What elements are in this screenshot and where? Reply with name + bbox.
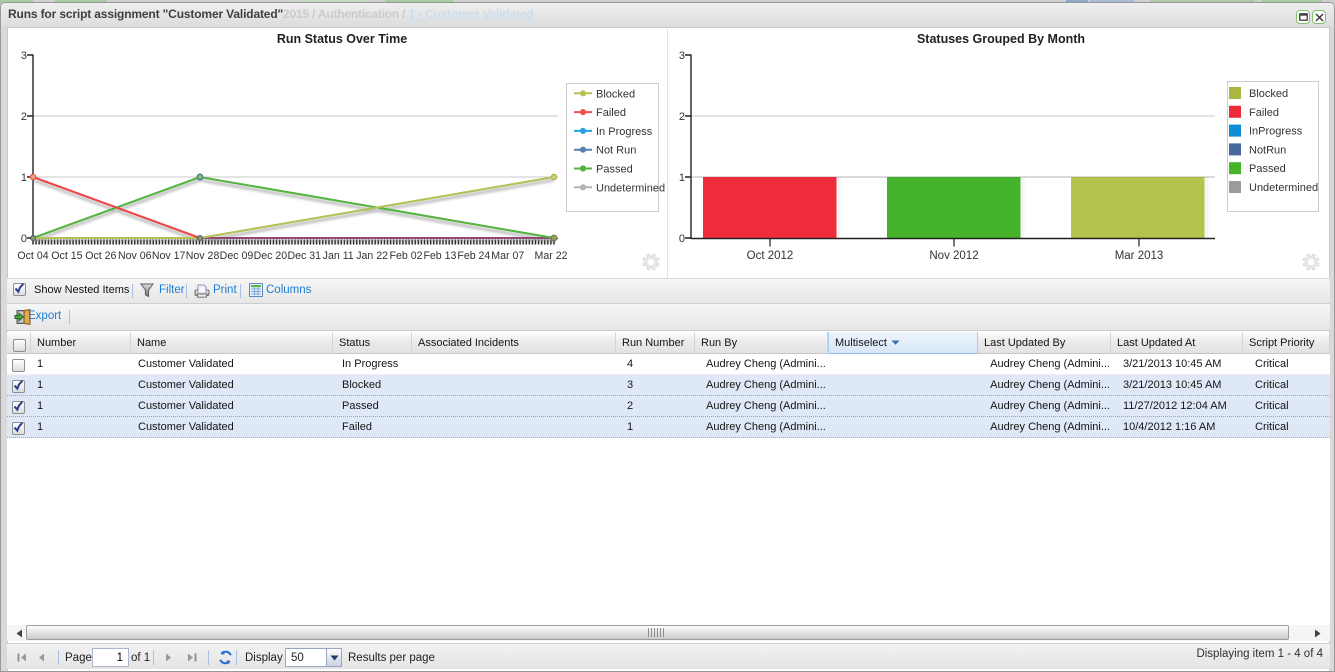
svg-text:Oct 04: Oct 04 (17, 250, 48, 262)
svg-text:Nov 2012: Nov 2012 (929, 250, 978, 262)
svg-text:InProgress: InProgress (1249, 126, 1303, 138)
svg-text:Failed: Failed (596, 107, 626, 119)
svg-text:0: 0 (21, 233, 27, 245)
svg-text:1: 1 (679, 172, 685, 184)
svg-text:Passed: Passed (596, 164, 633, 176)
svg-text:Blocked: Blocked (596, 88, 635, 100)
svg-text:Nov 28: Nov 28 (186, 250, 220, 262)
svg-text:Undetermined: Undetermined (1249, 182, 1318, 194)
svg-text:2: 2 (21, 111, 27, 123)
svg-text:Dec 20: Dec 20 (254, 250, 288, 262)
svg-text:Dec 31: Dec 31 (288, 250, 322, 262)
svg-text:Passed: Passed (1249, 163, 1286, 175)
svg-text:Dec 09: Dec 09 (220, 250, 254, 262)
svg-text:Not Run: Not Run (596, 145, 636, 157)
svg-text:Mar 22: Mar 22 (535, 250, 568, 262)
svg-text:2: 2 (679, 111, 685, 123)
svg-text:Run Status Over Time: Run Status Over Time (277, 32, 407, 46)
svg-text:Blocked: Blocked (1249, 88, 1288, 100)
svg-text:3: 3 (21, 50, 27, 62)
svg-text:Nov 17: Nov 17 (152, 250, 186, 262)
svg-text:Statuses Grouped By Month: Statuses Grouped By Month (917, 32, 1085, 46)
svg-text:Feb 02: Feb 02 (390, 250, 423, 262)
svg-text:In Progress: In Progress (596, 126, 653, 138)
svg-text:Oct 15: Oct 15 (51, 250, 82, 262)
svg-text:Failed: Failed (1249, 107, 1279, 119)
svg-text:Jan 11: Jan 11 (323, 250, 354, 262)
svg-text:0: 0 (679, 233, 685, 245)
svg-text:3: 3 (679, 50, 685, 62)
svg-text:Mar 2013: Mar 2013 (1115, 250, 1164, 262)
svg-text:Mar 07: Mar 07 (491, 250, 524, 262)
svg-text:Oct 2012: Oct 2012 (747, 250, 794, 262)
svg-text:Undetermined: Undetermined (596, 182, 665, 194)
svg-text:Jan 22: Jan 22 (356, 250, 388, 262)
svg-text:1: 1 (21, 172, 27, 184)
svg-text:NotRun: NotRun (1249, 144, 1286, 156)
svg-text:Feb 13: Feb 13 (423, 250, 456, 262)
svg-text:Oct 26: Oct 26 (85, 250, 116, 262)
svg-text:Nov 06: Nov 06 (118, 250, 152, 262)
svg-text:Feb 24: Feb 24 (457, 250, 490, 262)
